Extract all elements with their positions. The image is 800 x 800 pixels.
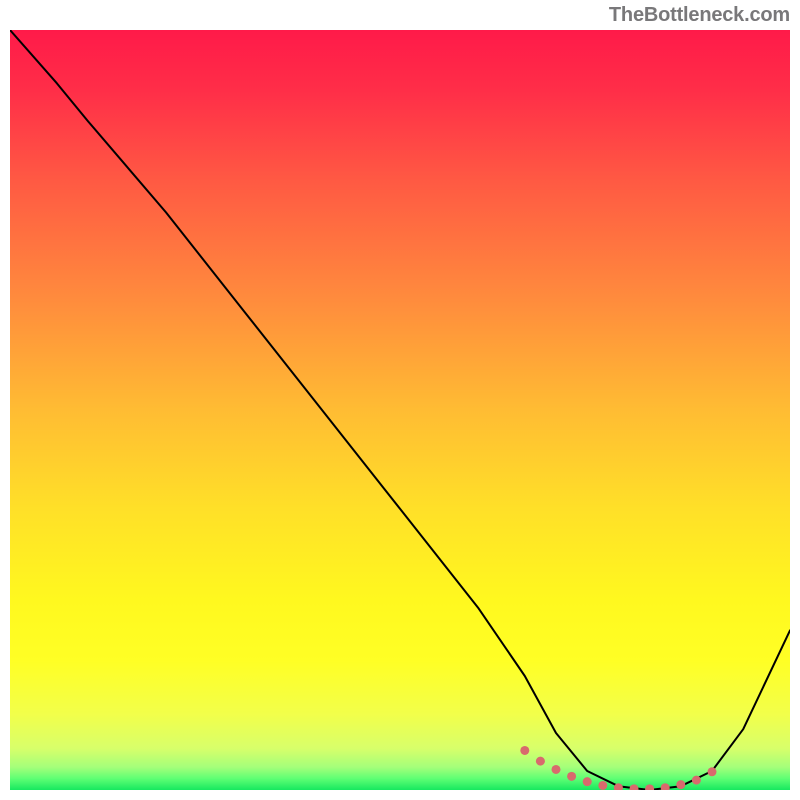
bottleneck-chart — [10, 30, 790, 790]
chart-background — [10, 30, 790, 790]
chart-svg — [10, 30, 790, 790]
attribution-text: TheBottleneck.com — [609, 4, 790, 27]
